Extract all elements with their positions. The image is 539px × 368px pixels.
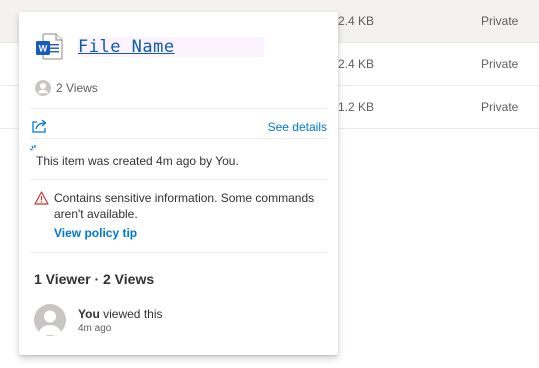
file-size: 1.2 KB: [338, 100, 375, 114]
viewer-name[interactable]: You: [78, 307, 100, 321]
views-count: 2 Views: [56, 81, 98, 95]
file-hover-card: W File Name 2 Views See details This ite…: [19, 12, 338, 355]
warning-icon: [34, 191, 49, 205]
created-text: This item was created 4m ago by You.: [36, 154, 239, 168]
viewer-activity: You viewed this: [78, 307, 163, 321]
activity-created: This item was created 4m ago by You.: [29, 144, 329, 168]
views-summary: 2 Views: [35, 80, 98, 96]
divider: [30, 138, 327, 139]
file-size: 2.4 KB: [338, 57, 375, 71]
sensitive-info-warning: Contains sensitive information. Some com…: [54, 191, 315, 221]
word-document-icon: W: [36, 33, 63, 60]
divider: [30, 108, 327, 109]
file-sharing: Private: [481, 57, 519, 71]
divider: [30, 252, 327, 253]
person-icon: [35, 80, 51, 96]
divider: [30, 179, 327, 180]
svg-text:W: W: [39, 44, 48, 54]
viewer-time: 4m ago: [78, 323, 112, 334]
person-avatar-icon: [38, 310, 62, 335]
share-icon[interactable]: [31, 118, 48, 133]
avatar[interactable]: [34, 304, 66, 336]
file-sharing: Private: [481, 100, 519, 114]
file-size: 2.4 KB: [338, 14, 375, 28]
file-sharing: Private: [481, 14, 519, 28]
viewers-heading: 1 Viewer · 2 Views: [34, 271, 155, 287]
see-details-link[interactable]: See details: [268, 120, 327, 134]
view-policy-tip-link[interactable]: View policy tip: [54, 226, 137, 240]
viewer-action: viewed this: [103, 307, 163, 321]
file-name-link[interactable]: File Name: [78, 37, 264, 57]
